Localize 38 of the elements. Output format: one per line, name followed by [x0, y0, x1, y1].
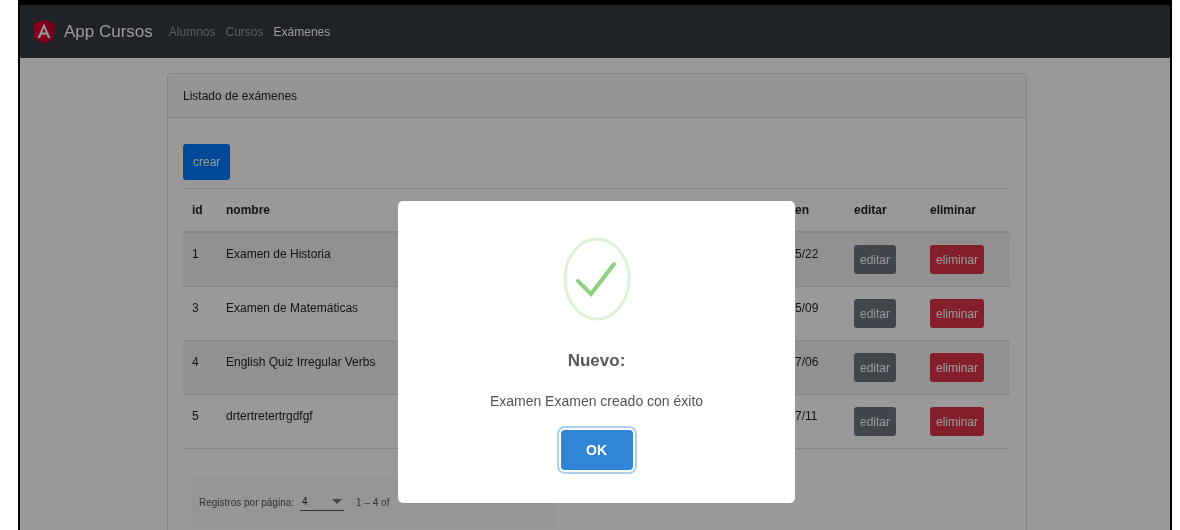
- column-header: en: [794, 203, 810, 217]
- edit-button[interactable]: editar: [854, 407, 897, 436]
- nav-link[interactable]: Exámenes: [273, 24, 331, 39]
- table-cell: 3: [192, 301, 199, 315]
- card-title: Listado de exámenes: [183, 88, 298, 103]
- edit-button[interactable]: editar: [854, 299, 897, 328]
- page-size-label: Registros por página:: [199, 496, 295, 508]
- delete-button[interactable]: eliminar: [930, 245, 984, 274]
- edit-button[interactable]: editar: [854, 353, 897, 382]
- caret-icon: [332, 499, 343, 504]
- table-cell: 5: [192, 409, 199, 423]
- table-cell: 1: [192, 247, 199, 261]
- table-cell: drtertretertrgdfgf: [226, 409, 313, 423]
- table-cell: Examen de Matemáticas: [226, 301, 359, 315]
- shield-logo-icon: [33, 19, 55, 44]
- edit-button[interactable]: editar: [854, 245, 897, 274]
- delete-button[interactable]: eliminar: [930, 407, 984, 436]
- success-check-icon: [561, 237, 632, 321]
- column-header: nombre: [225, 203, 271, 217]
- dialog-message: Examen Examen creado con éxito: [489, 393, 704, 409]
- table-cell: 4: [192, 355, 199, 369]
- page-size-select[interactable]: 4: [300, 493, 345, 511]
- column-header: id: [191, 203, 204, 217]
- table-cell: 5/09: [795, 301, 819, 315]
- page-range: 1 – 4 of: [356, 496, 390, 508]
- create-button[interactable]: crear: [183, 144, 231, 180]
- table-cell: 7/11: [795, 409, 818, 423]
- ok-button[interactable]: OK: [560, 430, 633, 470]
- table-cell: English Quiz Irregular Verbs: [226, 355, 376, 369]
- brand-title[interactable]: App Cursos: [64, 21, 153, 42]
- table-cell: 5/22: [795, 247, 819, 261]
- column-header: eliminar: [929, 203, 978, 217]
- column-header: editar: [853, 203, 888, 217]
- table-cell: 7/06: [795, 355, 819, 369]
- delete-button[interactable]: eliminar: [930, 353, 984, 382]
- dialog-title: Nuevo:: [567, 351, 626, 371]
- table-cell: Examen de Historia: [226, 247, 331, 261]
- delete-button[interactable]: eliminar: [930, 299, 984, 328]
